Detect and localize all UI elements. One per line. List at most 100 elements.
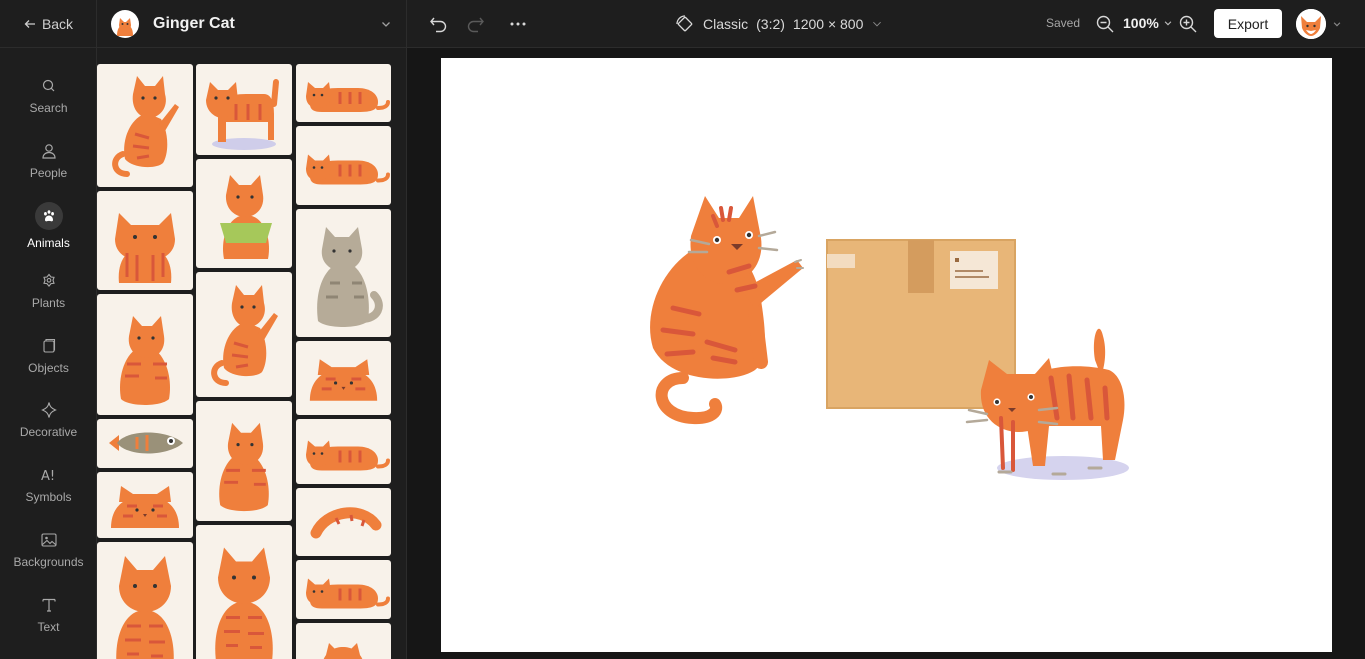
undo-icon[interactable]: [429, 14, 449, 34]
asset-tile[interactable]: [296, 623, 391, 659]
asset-tile[interactable]: [97, 472, 193, 538]
symbols-icon: A!: [41, 469, 55, 484]
asset-tile[interactable]: [296, 126, 391, 205]
rail-item-label: Text: [37, 619, 60, 634]
asset-panel: Ginger Cat: [97, 0, 407, 659]
text-icon: [41, 598, 56, 612]
image-icon: [40, 533, 57, 547]
cat-head-thumbnail: [296, 341, 391, 415]
peeking-cat-thumbnail: [323, 643, 363, 659]
cat-face-thumbnail: [97, 191, 193, 290]
canvas-format-selector[interactable]: Classic (3:2) 1200 × 800: [675, 14, 883, 34]
rail-item-text[interactable]: Text: [0, 582, 97, 647]
more-icon[interactable]: [508, 14, 528, 34]
sitting-cat-waving-thumbnail: [97, 64, 193, 187]
zoom-level-dropdown[interactable]: 100%: [1123, 15, 1173, 31]
zoom-in-icon[interactable]: [1178, 14, 1198, 34]
zoom-out-icon[interactable]: [1095, 14, 1115, 34]
arrow-left-icon: [24, 19, 35, 28]
objects-icon: [42, 338, 55, 353]
chevron-down-icon: [873, 21, 882, 27]
format-ratio: (3:2): [756, 16, 785, 32]
asset-tile[interactable]: [296, 209, 391, 337]
person-icon: [41, 144, 56, 159]
rail-item-label: People: [29, 166, 68, 181]
chevron-down-icon[interactable]: [380, 18, 392, 30]
avatar: [1296, 9, 1326, 39]
collection-title: Ginger Cat: [153, 14, 235, 32]
rail-item-plants[interactable]: Plants: [0, 258, 97, 323]
grey-cat-thumbnail: [296, 209, 391, 337]
rail-item-label: Plants: [31, 295, 66, 310]
svg-text:A!: A!: [41, 469, 55, 484]
paw-icon-wrap: [34, 201, 63, 230]
artboard[interactable]: [441, 58, 1332, 652]
asset-tile[interactable]: [97, 64, 193, 187]
rail-item-label: Decorative: [19, 425, 78, 440]
asset-tile[interactable]: [97, 419, 193, 468]
rail-item-label: Symbols: [25, 490, 72, 505]
cat-tail-thumbnail: [310, 507, 382, 539]
asset-tile[interactable]: [196, 159, 292, 268]
rail-item-label: Animals: [27, 235, 70, 250]
category-rail: Back Search People Animals Plants Object…: [0, 0, 97, 659]
export-button[interactable]: Export: [1214, 9, 1282, 38]
cat-looking-back-thumbnail: [196, 401, 292, 521]
rail-item-label: Search: [29, 101, 68, 116]
redo-icon[interactable]: [465, 14, 485, 34]
cat-front-thumbnail: [97, 542, 193, 659]
waving-cat[interactable]: [650, 196, 804, 425]
asset-tile[interactable]: [296, 341, 391, 415]
cat-in-skirt-thumbnail: [196, 159, 292, 268]
asset-tile[interactable]: [296, 560, 391, 619]
tall-cat-thumbnail: [196, 525, 292, 659]
lying-cat-thumbnail: [296, 64, 391, 122]
editor-toolbar: Classic (3:2) 1200 × 800 Saved 100% Expo…: [407, 0, 1365, 48]
asset-tile[interactable]: [296, 64, 391, 122]
rail-item-label: Backgrounds: [13, 554, 84, 569]
asset-tile[interactable]: [296, 488, 391, 556]
sitting-cat-thumbnail: [97, 294, 193, 415]
format-name: Classic: [703, 16, 749, 32]
asset-tile[interactable]: [97, 542, 193, 659]
paw-icon: [43, 210, 54, 222]
asset-tile[interactable]: [97, 191, 193, 290]
collection-header[interactable]: Ginger Cat: [97, 0, 406, 48]
asset-tile[interactable]: [196, 272, 292, 397]
asset-grid: [97, 64, 407, 659]
sleeping-cat-thumbnail: [296, 419, 391, 484]
rail-item-objects[interactable]: Objects: [0, 323, 97, 388]
asset-tile[interactable]: [296, 419, 391, 484]
rail-item-animals[interactable]: Animals: [0, 194, 97, 259]
fox-avatar-icon: [1296, 9, 1326, 39]
cat-loaf-thumbnail: [97, 472, 193, 538]
crouching-cat-thumbnail: [296, 126, 391, 205]
save-status: Saved: [1046, 16, 1081, 30]
canvas-stage[interactable]: [407, 48, 1365, 659]
cat-sitting-side-thumbnail: [196, 272, 292, 397]
rail-item-backgrounds[interactable]: Backgrounds: [0, 518, 97, 583]
fish-thumbnail: [97, 419, 193, 468]
asset-tile[interactable]: [196, 401, 292, 521]
artboard-illustration: [650, 196, 1129, 480]
asset-tile[interactable]: [196, 64, 292, 155]
back-label: Back: [41, 15, 74, 32]
flower-icon: [42, 273, 55, 287]
sparkle-icon: [40, 402, 57, 418]
rail-item-decorative[interactable]: Decorative: [0, 388, 97, 453]
rail-item-search[interactable]: Search: [0, 64, 97, 129]
standing-cat-thumbnail: [196, 64, 292, 155]
zoom-level: 100%: [1123, 15, 1159, 31]
account-menu[interactable]: [1296, 9, 1342, 39]
rail-item-people[interactable]: People: [0, 129, 97, 194]
collection-avatar: [111, 9, 139, 38]
chevron-down-icon: [1164, 21, 1172, 26]
cat-icon: [117, 17, 133, 36]
rail-item-symbols[interactable]: A! Symbols: [0, 453, 97, 518]
asset-tile[interactable]: [97, 294, 193, 415]
asset-tile[interactable]: [196, 525, 292, 659]
rotate-format-icon: [676, 15, 693, 32]
back-button[interactable]: Back: [0, 0, 97, 48]
rail-item-label: Objects: [28, 360, 69, 375]
format-size: 1200 × 800: [792, 16, 864, 32]
